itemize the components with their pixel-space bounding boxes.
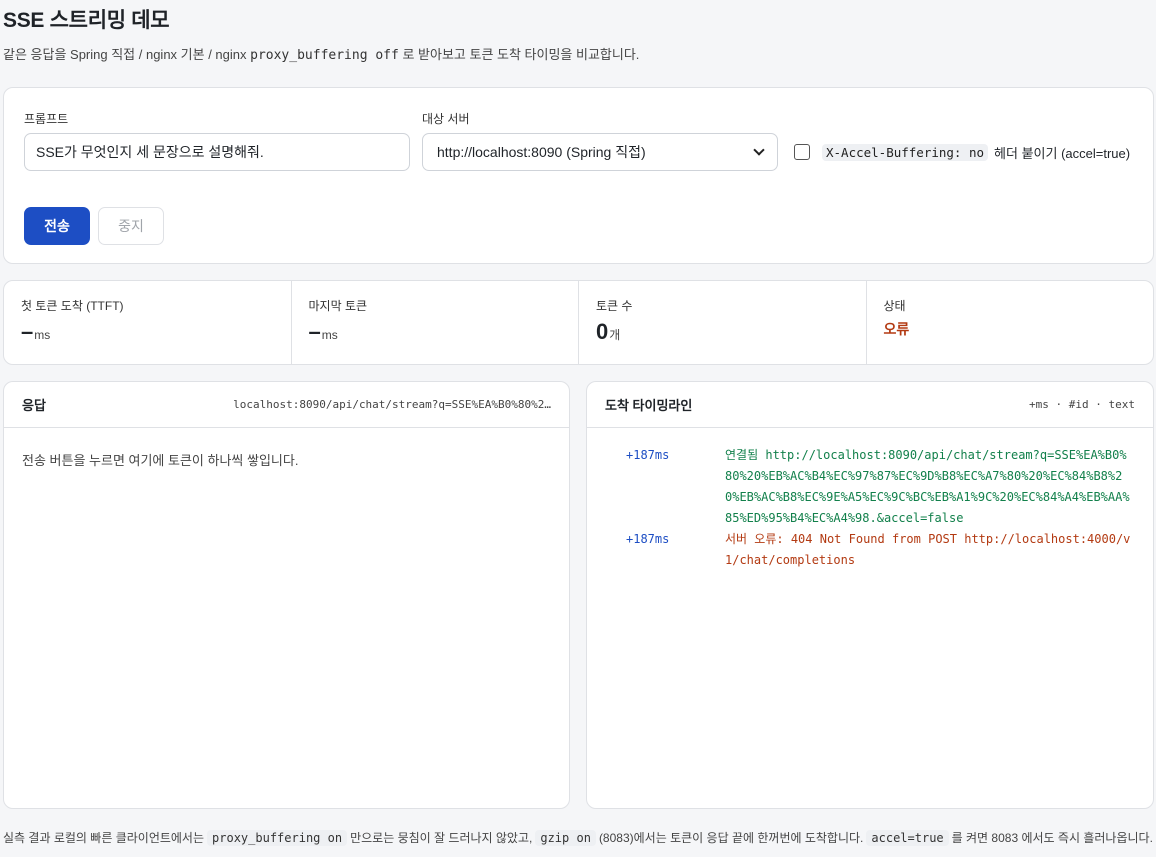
footer-code-3: accel=true <box>866 829 949 846</box>
stat-status-label: 상태 <box>883 299 906 313</box>
response-panel-title: 응답 <box>22 398 46 413</box>
footer-text-3: (8083)에서는 토큰이 응답 끝에 한꺼번에 도착합니다. <box>598 831 864 845</box>
stat-status: 상태 오류 <box>867 281 1154 364</box>
timeline-panel: 도착 타이밍라인 +ms · #id · text +187ms 연결됨 htt… <box>586 381 1154 809</box>
stat-last-label: 마지막 토큰 <box>308 299 368 313</box>
stat-count-value: 0 <box>596 319 609 344</box>
page-title: SSE 스트리밍 데모 <box>3 9 170 32</box>
prompt-input[interactable] <box>24 133 410 171</box>
server-select[interactable]: http://localhost:8090 (Spring 직접) <box>422 133 778 171</box>
subtitle-code: proxy_buffering off <box>250 48 399 63</box>
chevron-down-icon <box>753 144 765 156</box>
timeline-entry: +187ms 연결됨 http://localhost:8090/api/cha… <box>587 445 1153 529</box>
timeline-legend: +ms · #id · text <box>1029 398 1135 411</box>
prompt-label: 프롬프트 <box>24 112 69 126</box>
footer-code-1: proxy_buffering on <box>207 829 348 846</box>
send-button[interactable]: 전송 <box>24 207 90 245</box>
stat-last-value-group: – ms <box>309 319 338 345</box>
stat-count-value-group: 0 개 <box>596 319 620 345</box>
timeline-entry-text: 연결됨 http://localhost:8090/api/chat/strea… <box>725 448 1130 525</box>
subtitle-text-after: 로 받아보고 토큰 도착 타이밍을 비교합니다. <box>402 47 640 62</box>
stat-last-unit: ms <box>321 328 338 342</box>
stat-ttft-value: – <box>21 319 34 344</box>
stat-ttft-label: 첫 토큰 도착 (TTFT) <box>21 299 124 313</box>
stat-ttft: 첫 토큰 도착 (TTFT) – ms <box>4 281 292 364</box>
stat-count-label: 토큰 수 <box>596 299 633 313</box>
response-placeholder: 전송 버튼을 누르면 여기에 토큰이 하나씩 쌓입니다. <box>22 453 299 468</box>
stop-button[interactable]: 중지 <box>98 207 164 245</box>
timeline-entry-ms: +187ms <box>626 448 670 462</box>
stat-count-unit: 개 <box>609 328 621 342</box>
timeline-entry: +187ms 서버 오류: 404 Not Found from POST ht… <box>587 529 1153 571</box>
status-badge: 오류 <box>883 321 910 337</box>
timeline-entry-ms: +187ms <box>626 532 670 546</box>
timeline-panel-header: 도착 타이밍라인 +ms · #id · text <box>587 382 1153 428</box>
footer-text-2: 만으로는 뭉침이 잘 드러나지 않았고, <box>350 831 533 845</box>
server-selected-value: http://localhost:8090 (Spring 직접) <box>437 144 646 160</box>
page-subtitle: 같은 응답을 Spring 직접 / nginx 기본 / nginx prox… <box>3 44 639 63</box>
request-form: 프롬프트 대상 서버 http://localhost:8090 (Spring… <box>3 87 1154 264</box>
footer-text-1: 실측 결과 로컬의 빠른 클라이언트에서는 <box>3 831 205 845</box>
stats-panel: 첫 토큰 도착 (TTFT) – ms 마지막 토큰 – ms 토큰 수 0 개… <box>3 280 1154 365</box>
response-url: localhost:8090/api/chat/stream?q=SSE%EA%… <box>233 398 551 411</box>
accel-label-text: 헤더 붙이기 (accel=true) <box>994 146 1131 161</box>
accel-label[interactable]: X-Accel-Buffering: no 헤더 붙이기 (accel=true… <box>822 143 1130 162</box>
server-label: 대상 서버 <box>422 112 470 126</box>
timeline-entry-text: 서버 오류: 404 Not Found from POST http://lo… <box>725 532 1131 567</box>
stat-last-token: 마지막 토큰 – ms <box>292 281 579 364</box>
subtitle-text-before: 같은 응답을 Spring 직접 / nginx 기본 / nginx <box>3 47 247 62</box>
stat-token-count: 토큰 수 0 개 <box>579 281 867 364</box>
accel-header-code: X-Accel-Buffering: no <box>822 144 989 161</box>
timeline-panel-title: 도착 타이밍라인 <box>605 398 693 413</box>
stat-ttft-unit: ms <box>34 328 51 342</box>
accel-checkbox[interactable] <box>794 144 810 160</box>
timeline-list: +187ms 연결됨 http://localhost:8090/api/cha… <box>587 428 1153 571</box>
footer-note: 실측 결과 로컬의 빠른 클라이언트에서는 proxy_buffering on… <box>3 829 1153 846</box>
footer-code-2: gzip on <box>535 829 596 846</box>
response-panel: 응답 localhost:8090/api/chat/stream?q=SSE%… <box>3 381 570 809</box>
response-panel-header: 응답 localhost:8090/api/chat/stream?q=SSE%… <box>4 382 569 428</box>
stat-ttft-value-group: – ms <box>21 319 50 345</box>
footer-text-4: 를 켜면 8083 에서도 즉시 흘러나옵니다. <box>951 831 1153 845</box>
stat-last-value: – <box>308 319 321 344</box>
